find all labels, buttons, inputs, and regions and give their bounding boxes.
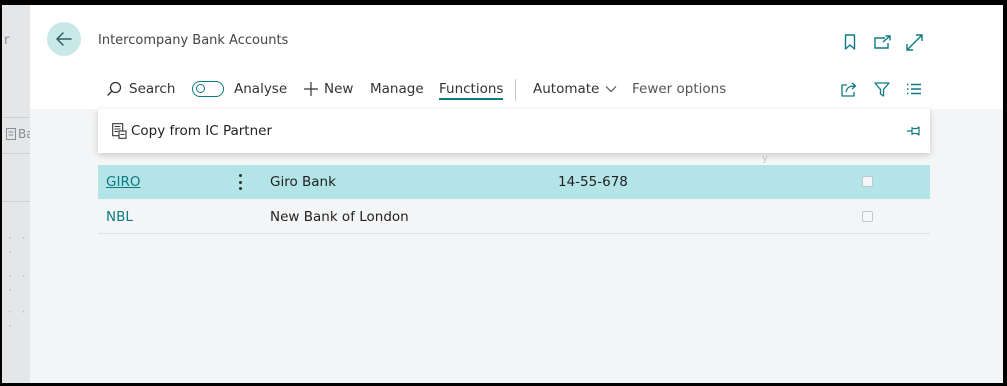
hidden-column-header-fragment: y [762, 153, 768, 164]
manage-menu[interactable]: Manage [370, 69, 424, 109]
background-dots: · · · [8, 269, 29, 297]
filter-icon [874, 81, 890, 97]
bank-account-number: 14-55-678 [558, 174, 628, 190]
plus-icon [304, 82, 318, 96]
copy-from-ic-partner-action[interactable]: Copy from IC Partner [112, 109, 272, 153]
analyse-switch[interactable] [192, 81, 224, 97]
row-actions-menu-icon[interactable] [238, 174, 242, 190]
bank-account-code[interactable]: GIRO [106, 165, 140, 199]
action-bar-separator [515, 79, 516, 101]
open-in-new-window-icon [873, 35, 891, 49]
new-label: New [324, 81, 354, 97]
screen-frame: r Ba · · · · · · · · · Intercompany Bank… [2, 5, 1003, 383]
bookmark-icon [844, 34, 856, 50]
search-label: Search [129, 81, 176, 97]
list-view-icon [907, 83, 921, 95]
search-button[interactable]: Search [106, 69, 175, 109]
bank-name: New Bank of London [270, 209, 409, 225]
table-row[interactable]: GIRO Giro Bank 14-55-678 [98, 165, 930, 199]
open-in-new-window-button[interactable] [872, 32, 892, 52]
bank-account-code[interactable]: NBL [106, 200, 133, 234]
blocked-checkbox[interactable] [862, 211, 873, 222]
page-header: Intercompany Bank Accounts [30, 5, 1003, 69]
functions-dropdown: Copy from IC Partner [98, 109, 930, 153]
background-divider [2, 153, 32, 154]
analyse-toggle[interactable]: Analyse [192, 69, 287, 109]
background-dots: · · · [8, 231, 29, 259]
bookmark-button[interactable] [840, 32, 860, 52]
active-tab-indicator [439, 98, 504, 100]
fewer-options-button[interactable]: Fewer options [632, 69, 726, 109]
functions-menu[interactable]: Functions [439, 69, 504, 109]
list-view-button[interactable] [906, 69, 922, 109]
share-icon [841, 82, 857, 97]
chevron-down-icon [605, 86, 617, 93]
copy-document-icon [112, 123, 127, 139]
expand-icon [905, 33, 923, 51]
arrow-left-icon [56, 32, 72, 46]
background-page: r Ba · · · · · · · · · [2, 5, 34, 383]
filter-button[interactable] [874, 69, 890, 109]
back-button[interactable] [47, 22, 81, 56]
background-divider [2, 117, 32, 118]
background-dots: · · · [8, 305, 29, 333]
analyse-label: Analyse [234, 81, 288, 97]
intercompany-bank-accounts-dialog: Intercompany Bank Accounts Search Analys… [30, 5, 1003, 383]
search-icon [107, 81, 122, 96]
functions-label: Functions [439, 81, 504, 97]
copy-from-ic-partner-label: Copy from IC Partner [131, 123, 273, 139]
automate-menu[interactable]: Automate [533, 69, 617, 109]
background-partial-label: r [4, 33, 10, 48]
row-divider [98, 233, 930, 234]
page-title: Intercompany Bank Accounts [98, 33, 289, 48]
expand-button[interactable] [904, 32, 924, 52]
background-divider [2, 201, 32, 202]
pin-button[interactable] [906, 123, 922, 142]
bank-name: Giro Bank [270, 174, 336, 190]
fewer-options-label: Fewer options [632, 81, 727, 97]
share-button[interactable] [841, 69, 858, 109]
blocked-checkbox[interactable] [862, 176, 873, 187]
table-row[interactable]: NBL New Bank of London [98, 200, 930, 234]
new-button[interactable]: New [304, 69, 353, 109]
automate-label: Automate [533, 81, 600, 97]
manage-label: Manage [370, 81, 424, 97]
action-bar: Search Analyse New Manage Functions Auto… [30, 69, 1003, 109]
document-icon [6, 127, 16, 140]
pin-icon [907, 126, 920, 136]
